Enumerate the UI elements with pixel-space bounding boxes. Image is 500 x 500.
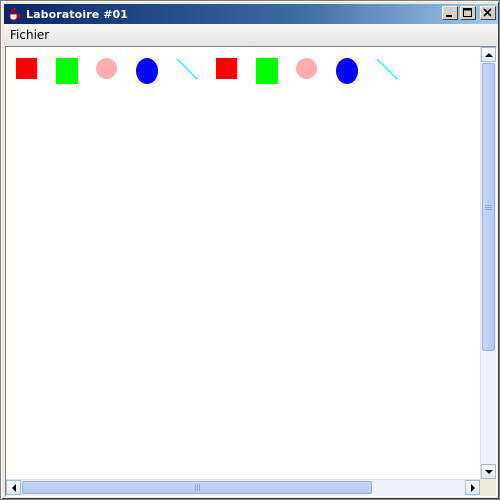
scroll-right-button[interactable]: [465, 480, 480, 495]
arrow-up-icon: [484, 52, 493, 57]
grip-icon: [194, 484, 200, 491]
blue-ellipse: [136, 58, 158, 84]
minimize-button[interactable]: [442, 6, 458, 20]
pink-circle: [296, 58, 317, 79]
red-square: [16, 58, 37, 79]
vertical-scroll-thumb[interactable]: [482, 63, 495, 351]
horizontal-scrollbar[interactable]: [6, 479, 480, 496]
arrow-right-icon: [470, 483, 475, 492]
green-rectangle: [56, 58, 78, 84]
app-window: Laboratoire #01 Fichier: [0, 0, 500, 500]
horizontal-scroll-thumb[interactable]: [22, 481, 372, 494]
arrow-down-icon: [484, 469, 493, 474]
scroll-corner: [480, 479, 496, 496]
window-controls: [442, 6, 496, 20]
scroll-up-button[interactable]: [481, 47, 496, 62]
scroll-down-button[interactable]: [481, 464, 496, 479]
scroll-pane: [5, 46, 497, 497]
java-cup-icon[interactable]: [6, 6, 22, 22]
green-rectangle: [256, 58, 278, 84]
drawing-canvas[interactable]: [6, 47, 480, 479]
blue-ellipse: [336, 58, 358, 84]
close-icon: [483, 8, 492, 17]
menu-bar: Fichier: [4, 24, 498, 45]
title-bar[interactable]: Laboratoire #01: [4, 4, 498, 24]
window-title: Laboratoire #01: [26, 7, 129, 21]
close-button[interactable]: [480, 6, 496, 20]
cyan-line: [376, 58, 398, 80]
scroll-left-button[interactable]: [6, 480, 21, 495]
pink-circle: [96, 58, 117, 79]
vertical-scrollbar[interactable]: [480, 47, 496, 479]
maximize-icon: [463, 8, 472, 17]
menu-fichier[interactable]: Fichier: [4, 24, 55, 45]
cyan-line: [176, 58, 198, 80]
red-square: [216, 58, 237, 79]
maximize-button[interactable]: [460, 6, 476, 20]
grip-icon: [485, 204, 492, 210]
minimize-icon: [446, 15, 452, 17]
arrow-left-icon: [11, 483, 16, 492]
